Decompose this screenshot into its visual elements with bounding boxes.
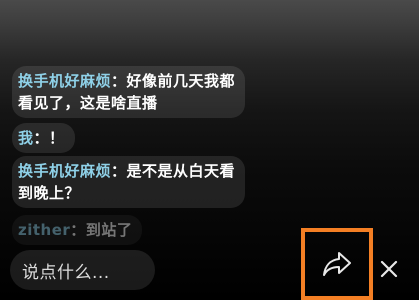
chat-text: 好像前几天我都	[126, 72, 236, 90]
chat-message: 我：！	[12, 123, 75, 153]
chat-message: 换手机好麻烦：好像前几天我都 看见了，这是啥直播	[12, 66, 246, 118]
chat-username: zither	[18, 221, 71, 239]
chat-separator: ：	[111, 72, 127, 90]
chat-message-line: 我：！	[18, 127, 65, 149]
comment-input[interactable]: 说点什么...	[10, 250, 155, 290]
chat-text: 到晚上？	[18, 184, 81, 202]
chat-username: 我	[18, 129, 34, 147]
chat-username: 换手机好麻烦	[18, 162, 112, 180]
chat-list[interactable]: 换手机好麻烦：好像前几天我都 看见了，这是啥直播 我：！ 换手机好麻烦：是不是从…	[0, 0, 419, 255]
chat-username: 换手机好麻烦	[18, 72, 112, 90]
chat-message: 换手机好麻烦：是不是从白天看 到晚上？	[12, 156, 246, 208]
bottom-bar: 说点什么...	[0, 228, 419, 300]
chat-message-line: 看见了，这是啥直播	[18, 92, 235, 114]
chat-message-line: 到晚上？	[18, 182, 235, 204]
chat-message-line: 换手机好麻烦：好像前几天我都	[18, 70, 235, 92]
chat-text: ！	[49, 129, 65, 147]
share-button[interactable]	[301, 228, 373, 300]
comment-input-placeholder: 说点什么...	[22, 262, 110, 283]
live-stream-screen: 换手机好麻烦：好像前几天我都 看见了，这是啥直播 我：！ 换手机好麻烦：是不是从…	[0, 0, 419, 300]
chat-separator: ：	[33, 129, 50, 147]
chat-separator: ：	[70, 221, 86, 239]
chat-separator: ：	[111, 162, 127, 180]
close-icon	[380, 260, 398, 278]
close-button[interactable]	[374, 247, 404, 291]
chat-text: 是不是从白天看	[126, 162, 236, 180]
share-arrow-icon	[323, 252, 351, 276]
chat-text: 看见了，这是啥直播	[18, 94, 158, 112]
chat-message-line: zither：到站了	[18, 219, 132, 241]
chat-message: zither：到站了	[12, 215, 143, 245]
chat-message-line: 换手机好麻烦：是不是从白天看	[18, 160, 235, 182]
chat-text: 到站了	[85, 221, 133, 239]
